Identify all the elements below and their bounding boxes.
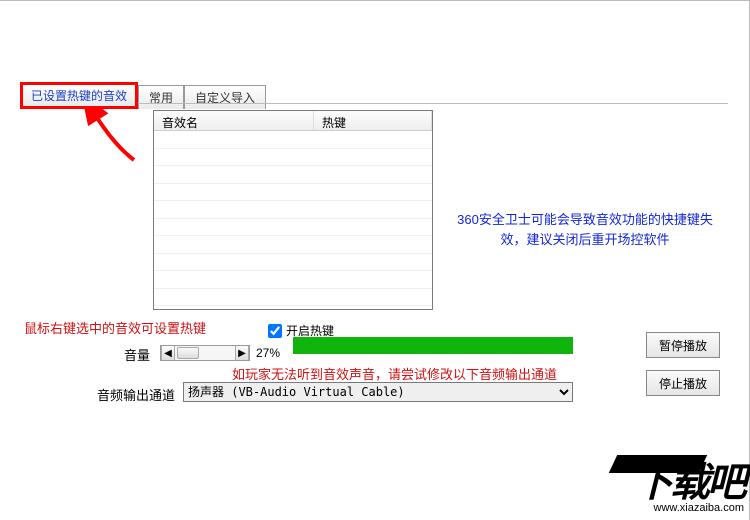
volume-percent: 27% [256,346,280,360]
list-item[interactable] [154,254,432,272]
list-item[interactable] [154,271,432,289]
watermark: 下载吧 www.xiazaiba.com [633,463,744,514]
list-item[interactable] [154,219,432,237]
enable-hotkey-checkbox[interactable] [268,324,282,338]
column-effect-name[interactable]: 音效名 [154,111,314,130]
list-item[interactable] [154,289,432,307]
volume-scrollbar[interactable]: ◀ ▶ [160,345,250,361]
audio-level-meter [293,337,573,354]
volume-label: 音量 [124,345,150,364]
tab-hotkey-effects[interactable]: 已设置热键的音效 [20,82,138,109]
tab-common[interactable]: 常用 [138,85,184,109]
tab-custom-import[interactable]: 自定义导入 [184,85,266,109]
list-item[interactable] [154,184,432,202]
volume-increase-icon[interactable]: ▶ [235,346,249,360]
tab-bar: 已设置热键的音效 常用 自定义导入 [20,82,266,109]
list-item[interactable] [154,166,432,184]
column-hotkey[interactable]: 热键 [314,111,432,130]
list-item[interactable] [154,149,432,167]
annotation-arrow-icon [84,105,144,165]
info-360-warning: 360安全卫士可能会导致音效功能的快捷键失效，建议关闭后重开场控软件 [450,210,720,249]
output-channel-select[interactable]: 扬声器 (VB-Audio Virtual Cable) [183,382,573,402]
hint-output-channel: 如玩家无法听到音效声音，请尝试修改以下音频输出通道 [232,364,557,383]
volume-track[interactable] [175,346,235,360]
volume-decrease-icon[interactable]: ◀ [161,346,175,360]
pause-button[interactable]: 暂停播放 [646,332,720,358]
volume-thumb[interactable] [177,347,199,359]
effects-list-header: 音效名 热键 [154,111,432,131]
output-channel-label: 音频输出通道 [97,385,175,404]
list-item[interactable] [154,201,432,219]
stop-button[interactable]: 停止播放 [646,370,720,396]
list-item[interactable] [154,236,432,254]
hint-right-click: 鼠标右键选中的音效可设置热键 [24,318,206,337]
watermark-brand: 下载吧 [633,463,744,503]
list-item[interactable] [154,131,432,149]
effects-list[interactable]: 音效名 热键 [153,110,433,310]
effects-list-body[interactable] [154,131,432,309]
